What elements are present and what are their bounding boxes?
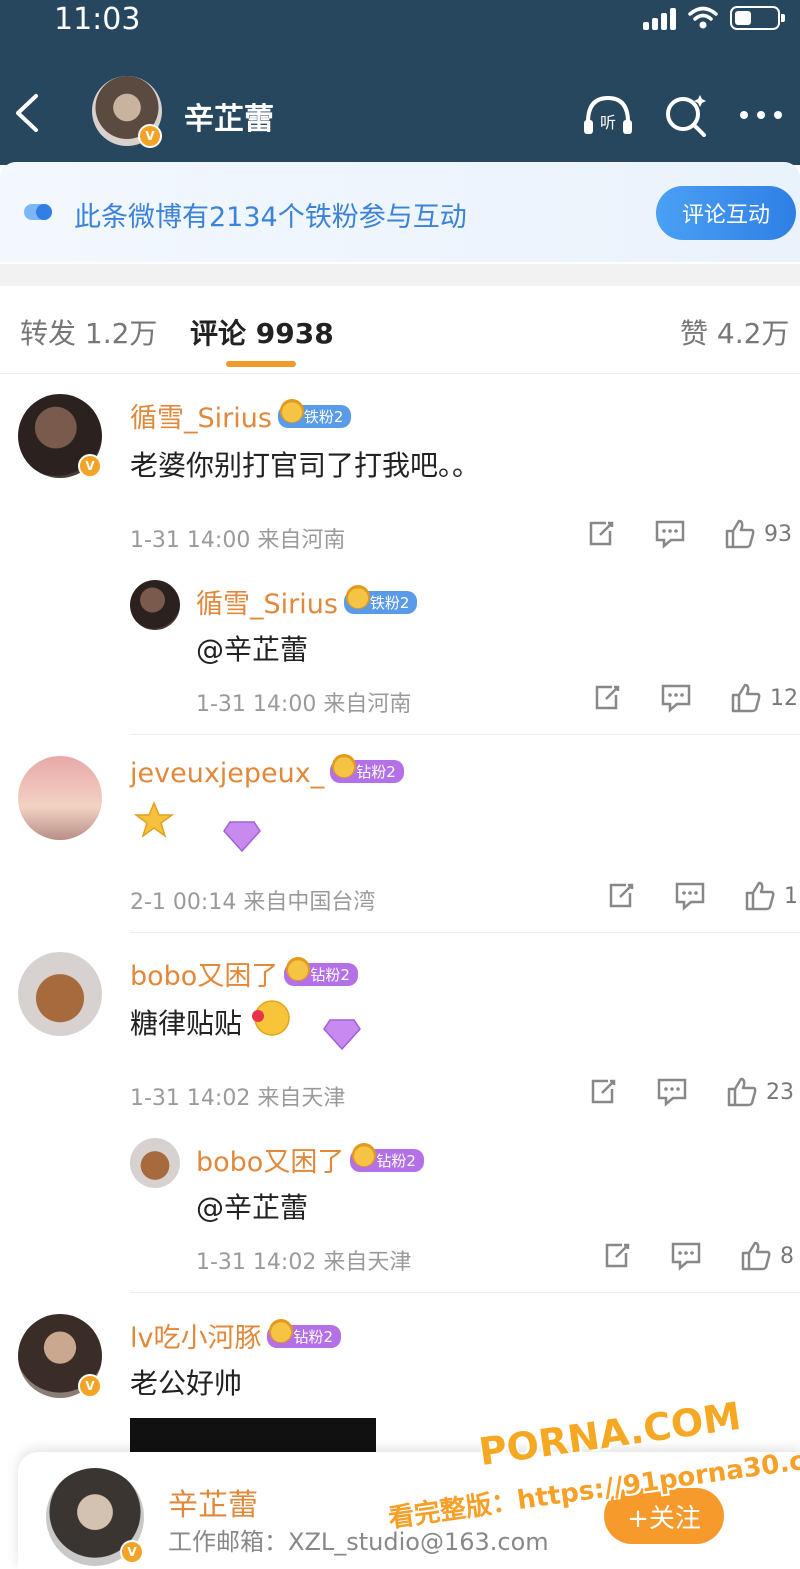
fan-badge: 铁粉2: [343, 585, 418, 614]
fan-badge: 钻粉2: [284, 957, 358, 986]
fan-badge: 钻粉2: [330, 754, 404, 783]
header-title: 辛芷蕾: [184, 102, 274, 137]
tab-comments[interactable]: 评论 9938: [190, 312, 334, 352]
like-button[interactable]: 8: [740, 1240, 794, 1272]
header-actions: 听: [582, 92, 784, 138]
svg-text:听: 听: [600, 113, 616, 132]
post-tabs: 转发 1.2万 评论 9938 赞 4.2万: [0, 286, 800, 374]
username-text[interactable]: 循雪_Sirius: [196, 589, 338, 620]
comment-actions: 1: [606, 880, 798, 912]
active-tab-indicator: [226, 361, 296, 367]
card-subtitle: 工作邮箱：XZL_studio@163.com: [168, 1528, 549, 1556]
like-button[interactable]: 1: [744, 880, 798, 912]
comment-username[interactable]: bobo又困了 钻粉2: [130, 954, 358, 993]
star-emoji-icon: [134, 801, 174, 838]
fans-icon: [24, 204, 52, 220]
top-bar: 11:03 V 辛芷蕾 听: [0, 0, 800, 165]
reply-icon[interactable]: [670, 1241, 702, 1271]
avatar[interactable]: [18, 952, 102, 1036]
like-button[interactable]: 23: [726, 1076, 794, 1108]
verified-badge-icon: V: [78, 1374, 102, 1398]
share-icon[interactable]: [588, 1077, 618, 1107]
comment-actions: 93: [586, 518, 792, 550]
reply-text: @辛芷蕾: [196, 1191, 309, 1224]
comment-actions: 23: [588, 1076, 794, 1108]
username-text[interactable]: bobo又困了: [196, 1147, 344, 1178]
like-button[interactable]: 93: [724, 518, 792, 550]
reply-icon[interactable]: [660, 683, 692, 713]
like-count: 12: [770, 685, 798, 711]
fan-badge: 铁粉2: [277, 399, 352, 428]
verified-badge-icon: V: [120, 1540, 144, 1564]
reply-username[interactable]: bobo又困了 钻粉2: [196, 1140, 424, 1179]
avatar[interactable]: [130, 1138, 180, 1188]
kiss-emoji-icon: [252, 1000, 290, 1036]
battery-icon: [730, 6, 785, 30]
status-indicators: [643, 6, 785, 30]
tab-reposts[interactable]: 转发 1.2万: [20, 312, 157, 352]
like-icon: [727, 1077, 757, 1107]
avatar[interactable]: [130, 580, 180, 630]
comment-username[interactable]: jeveuxjepeux_ 钻粉2: [130, 754, 404, 789]
share-icon[interactable]: [606, 881, 636, 911]
diamond-icon: [223, 821, 261, 853]
comment-text: 糖律贴贴: [130, 1007, 243, 1040]
listen-icon[interactable]: 听: [582, 92, 634, 138]
username-text[interactable]: 循雪_Sirius: [130, 403, 272, 434]
like-icon: [745, 881, 775, 911]
share-icon[interactable]: [586, 519, 616, 549]
like-count: 8: [780, 1243, 794, 1269]
like-button[interactable]: 12: [730, 682, 798, 714]
share-icon[interactable]: [602, 1241, 632, 1271]
card-name[interactable]: 辛芷蕾: [168, 1480, 258, 1524]
comment-username[interactable]: lv吃小河豚 钻粉2: [130, 1316, 342, 1355]
reply-actions: 8: [602, 1240, 794, 1272]
reply-meta: 1-31 14:00 来自河南: [196, 692, 412, 717]
username-text[interactable]: bobo又困了: [130, 961, 278, 992]
verified-badge-icon: V: [138, 124, 162, 148]
status-time: 11:03: [54, 2, 141, 37]
comment-text: 老婆你别打官司了打我吧。。: [130, 449, 481, 482]
banner-text: 此条微博有2134个铁粉参与互动: [74, 202, 467, 233]
diamond-icon: [323, 1019, 361, 1051]
back-arrow-icon[interactable]: [12, 92, 42, 134]
like-icon: [731, 683, 761, 713]
reply-icon[interactable]: [674, 881, 706, 911]
reply-icon[interactable]: [656, 1077, 688, 1107]
comment-meta: 2-1 00:14 来自中国台湾: [130, 890, 376, 915]
like-icon: [725, 519, 755, 549]
reply-text: @辛芷蕾: [196, 633, 309, 666]
divider: [130, 1292, 800, 1293]
share-icon[interactable]: [592, 683, 622, 713]
comment-meta: 1-31 14:00 来自河南: [130, 528, 346, 553]
tab-likes[interactable]: 赞 4.2万: [680, 312, 789, 352]
comment-meta: 1-31 14:02 来自天津: [130, 1086, 346, 1111]
more-icon[interactable]: [738, 109, 784, 121]
comment-username[interactable]: 循雪_Sirius 铁粉2: [130, 396, 352, 435]
reply-icon[interactable]: [654, 519, 686, 549]
reply-username[interactable]: 循雪_Sirius 铁粉2: [196, 582, 418, 621]
search-icon[interactable]: [664, 93, 708, 137]
verified-badge-icon: V: [78, 454, 102, 478]
reply-meta: 1-31 14:02 来自天津: [196, 1250, 412, 1275]
comment-text: 老公好帅: [130, 1367, 243, 1400]
wifi-icon: [688, 6, 718, 29]
like-count: 23: [766, 1079, 794, 1105]
comment-interact-button[interactable]: 评论互动: [656, 186, 796, 240]
username-text[interactable]: jeveuxjepeux_: [130, 758, 324, 789]
divider: [130, 734, 800, 735]
like-icon: [741, 1241, 771, 1271]
section-gap: [0, 264, 800, 286]
fan-badge: 钻粉2: [267, 1319, 342, 1348]
avatar[interactable]: [18, 756, 102, 840]
reply-actions: 12: [592, 682, 798, 714]
like-count: 93: [764, 521, 792, 547]
like-count: 1: [784, 883, 798, 909]
username-text[interactable]: lv吃小河豚: [130, 1323, 261, 1354]
fan-badge: 钻粉2: [350, 1143, 424, 1172]
signal-icon: [643, 6, 676, 30]
divider: [130, 932, 800, 933]
